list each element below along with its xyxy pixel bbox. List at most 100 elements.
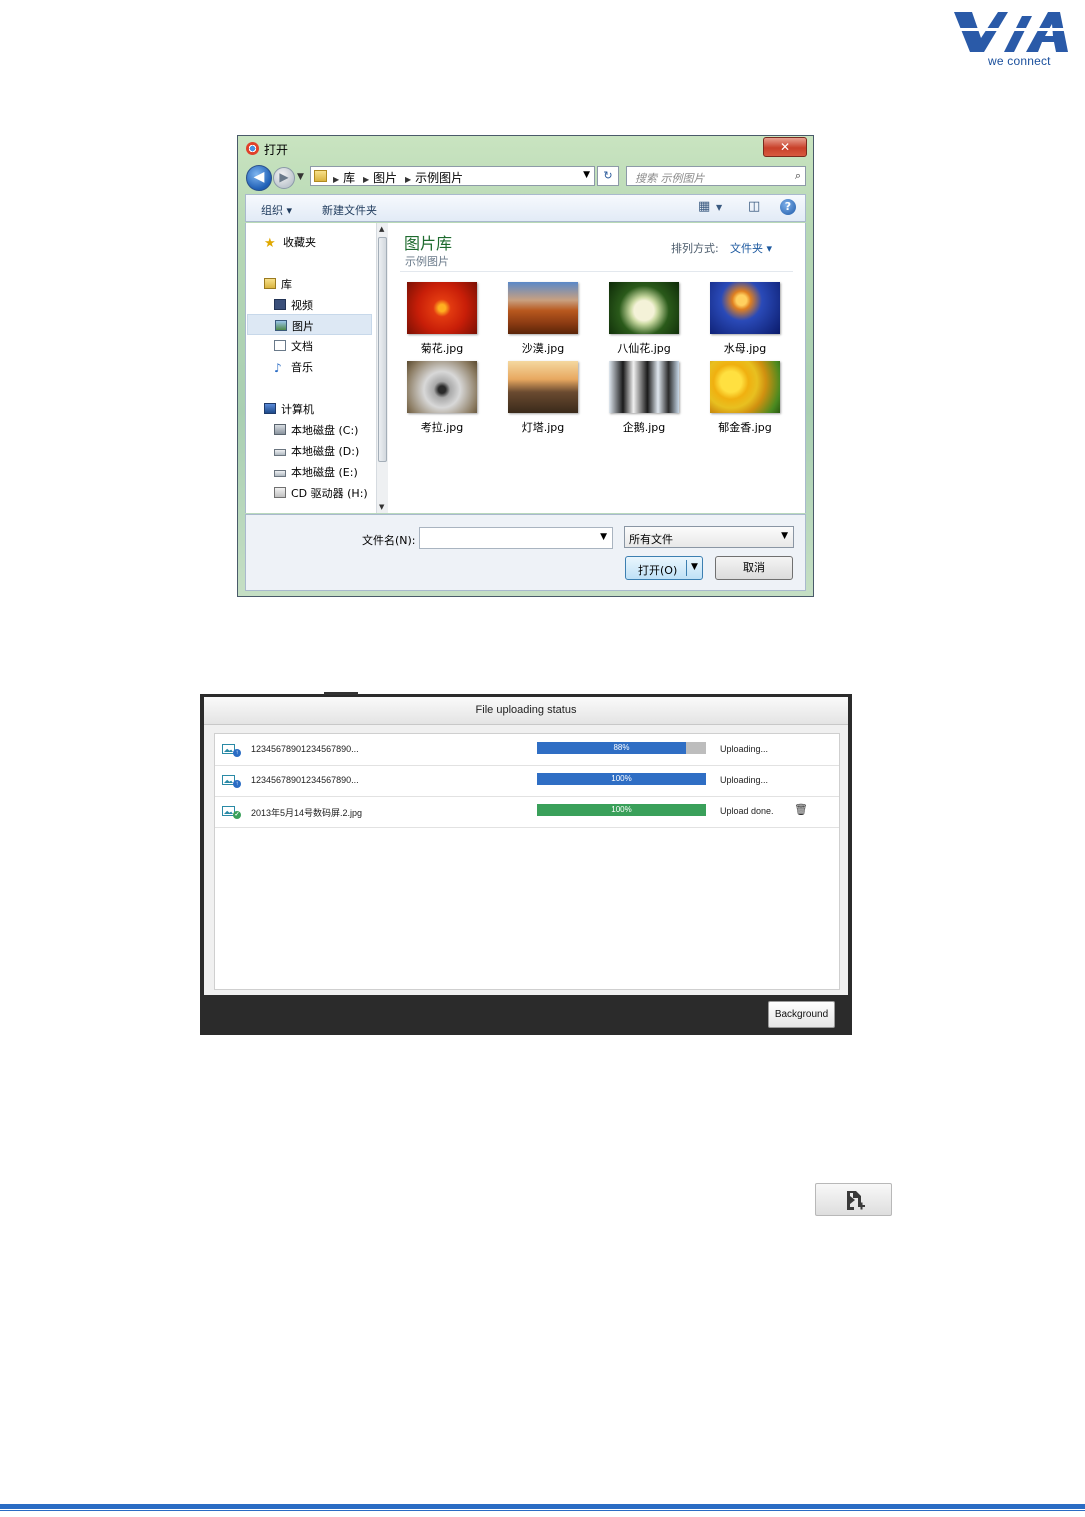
- address-dropdown-icon[interactable]: ▼: [583, 170, 590, 180]
- nav-pictures[interactable]: 图片: [247, 314, 372, 335]
- filename-input[interactable]: ▼: [419, 527, 613, 549]
- sort-by-dropdown[interactable]: 文件夹 ▾: [730, 240, 772, 256]
- close-button[interactable]: ✕: [763, 137, 807, 157]
- add-file-icon: [847, 1191, 865, 1210]
- koala-image: [407, 361, 477, 413]
- file-thumbnail[interactable]: 沙漠.jpg: [497, 282, 589, 356]
- folder-icon: [314, 170, 327, 182]
- upload-progress-bar: 100%: [537, 773, 706, 785]
- filename-label: 文件名(N):: [362, 534, 416, 547]
- computer-icon: [264, 403, 276, 414]
- help-icon[interactable]: ?: [780, 199, 796, 215]
- new-folder-button[interactable]: 新建文件夹: [322, 202, 377, 218]
- background-button[interactable]: Background: [768, 1001, 835, 1028]
- nav-music[interactable]: ♪ 音乐: [274, 359, 313, 375]
- filetype-select[interactable]: 所有文件 ▼: [624, 526, 794, 548]
- scroll-up-icon[interactable]: ▲: [379, 225, 384, 233]
- open-button[interactable]: 打开(O) ▼: [625, 556, 703, 580]
- uploading-badge-icon: ↑: [233, 780, 241, 788]
- view-options-icon[interactable]: ▦: [698, 199, 710, 214]
- nav-drive-e[interactable]: 本地磁盘 (E:): [274, 464, 358, 480]
- recent-pages-dropdown-icon[interactable]: ▼: [297, 172, 304, 182]
- refresh-button[interactable]: ↻: [597, 166, 619, 186]
- file-list-pane: 图片库 示例图片 排列方式: 文件夹 ▾ 菊花.jpg 沙漠.jpg 八仙花.j…: [388, 223, 806, 513]
- via-logo: we connect: [948, 8, 1074, 70]
- nav-drive-h[interactable]: CD 驱动器 (H:): [274, 485, 368, 501]
- nav-videos-label: 视频: [291, 299, 313, 312]
- divider: [400, 271, 793, 272]
- nav-favorites-label: 收藏夹: [283, 236, 316, 249]
- search-box[interactable]: 搜索 示例图片 ⌕: [626, 166, 806, 186]
- breadcrumb-sample-pictures[interactable]: 示例图片: [415, 171, 463, 185]
- nav-computer[interactable]: 计算机: [264, 401, 314, 417]
- file-name: 企鹅.jpg: [622, 421, 666, 434]
- dialog-footer: 文件名(N): ▼ 所有文件 ▼ 打开(O) ▼ 取消: [245, 514, 806, 591]
- file-thumbnail[interactable]: 灯塔.jpg: [497, 361, 589, 435]
- view-dropdown-icon[interactable]: ▼: [716, 203, 722, 212]
- file-thumbnail[interactable]: 菊花.jpg: [396, 282, 488, 356]
- navigation-bar: ◀ ▶ ▼ ▶ 库 ▶ 图片 ▶ 示例图片 ▼ ↻ 搜索 示例图片 ⌕: [238, 163, 813, 191]
- breadcrumb-pictures[interactable]: 图片: [373, 171, 397, 185]
- favorites-star-icon: ★: [264, 236, 276, 251]
- search-icon[interactable]: ⌕: [795, 169, 801, 183]
- upload-status: Uploading...: [720, 744, 769, 754]
- forward-arrow-icon: ▶: [279, 170, 289, 184]
- upload-progress-bar: 100%: [537, 804, 706, 816]
- nav-drive-c[interactable]: 本地磁盘 (C:): [274, 422, 358, 438]
- video-library-icon: [274, 299, 286, 310]
- file-thumbnail[interactable]: 郁金香.jpg: [699, 361, 791, 435]
- trash-icon[interactable]: 🗑: [794, 803, 808, 816]
- open-button-label: 打开(O): [638, 564, 678, 577]
- upload-row: ↑ 12345678901234567890... 88% Uploading.…: [215, 734, 839, 766]
- cancel-button[interactable]: 取消: [715, 556, 793, 580]
- nav-libraries[interactable]: 库: [264, 276, 292, 292]
- nav-videos[interactable]: 视频: [274, 297, 313, 313]
- progress-label: 100%: [611, 805, 632, 814]
- breadcrumb-library[interactable]: 库: [343, 171, 355, 185]
- sort-by-label: 排列方式:: [671, 242, 719, 255]
- footer-divider: [0, 1504, 1085, 1509]
- back-button[interactable]: ◀: [246, 165, 272, 191]
- nav-drive-d[interactable]: 本地磁盘 (D:): [274, 443, 359, 459]
- preview-pane-icon[interactable]: ◫: [748, 199, 760, 214]
- library-title: 图片库: [404, 234, 453, 253]
- file-name: 八仙花.jpg: [617, 342, 671, 355]
- filename-dropdown-icon[interactable]: ▼: [600, 532, 607, 542]
- chrome-icon: [246, 142, 259, 155]
- refresh-icon: ↻: [603, 169, 613, 182]
- picture-library-icon: [275, 320, 287, 331]
- nav-pane-scrollbar[interactable]: ▲ ▼: [376, 223, 388, 513]
- scroll-down-icon[interactable]: ▼: [379, 503, 384, 511]
- progress-label: 100%: [611, 774, 632, 783]
- logo-tagline: we connect: [988, 54, 1051, 68]
- forward-button[interactable]: ▶: [273, 167, 295, 189]
- document-library-icon: [274, 340, 286, 351]
- progress-label: 88%: [613, 743, 630, 752]
- add-file-button[interactable]: [815, 1183, 892, 1216]
- address-bar[interactable]: ▶ 库 ▶ 图片 ▶ 示例图片 ▼: [310, 166, 595, 186]
- scrollbar-thumb[interactable]: [378, 237, 387, 462]
- upload-dialog-title: File uploading status: [204, 697, 848, 725]
- upload-status: Upload done.: [720, 806, 774, 816]
- nav-pictures-label: 图片: [292, 320, 314, 333]
- file-thumbnail[interactable]: 水母.jpg: [699, 282, 791, 356]
- desert-image: [508, 282, 578, 334]
- upload-file-name: 2013年5月14号数码屏.2.jpg: [251, 808, 363, 818]
- organize-menu[interactable]: 组织 ▾: [261, 202, 292, 218]
- library-subtitle: 示例图片: [405, 255, 449, 268]
- nav-music-label: 音乐: [291, 361, 313, 374]
- file-thumbnail[interactable]: 考拉.jpg: [396, 361, 488, 435]
- open-options-dropdown-icon[interactable]: ▼: [691, 562, 698, 572]
- upload-status: Uploading...: [720, 775, 769, 785]
- cd-drive-icon: [274, 487, 286, 498]
- upload-file-name: 12345678901234567890...: [251, 744, 359, 754]
- jellyfish-image: [710, 282, 780, 334]
- file-name: 灯塔.jpg: [521, 421, 565, 434]
- nav-documents[interactable]: 文档: [274, 338, 313, 354]
- nav-favorites[interactable]: ★ 收藏夹: [264, 234, 316, 251]
- file-thumbnail[interactable]: 企鹅.jpg: [598, 361, 690, 435]
- chrysanthemum-image: [407, 282, 477, 334]
- close-icon: ✕: [779, 140, 791, 154]
- file-thumbnail[interactable]: 八仙花.jpg: [598, 282, 690, 356]
- breadcrumb-separator-icon: ▶: [405, 175, 412, 184]
